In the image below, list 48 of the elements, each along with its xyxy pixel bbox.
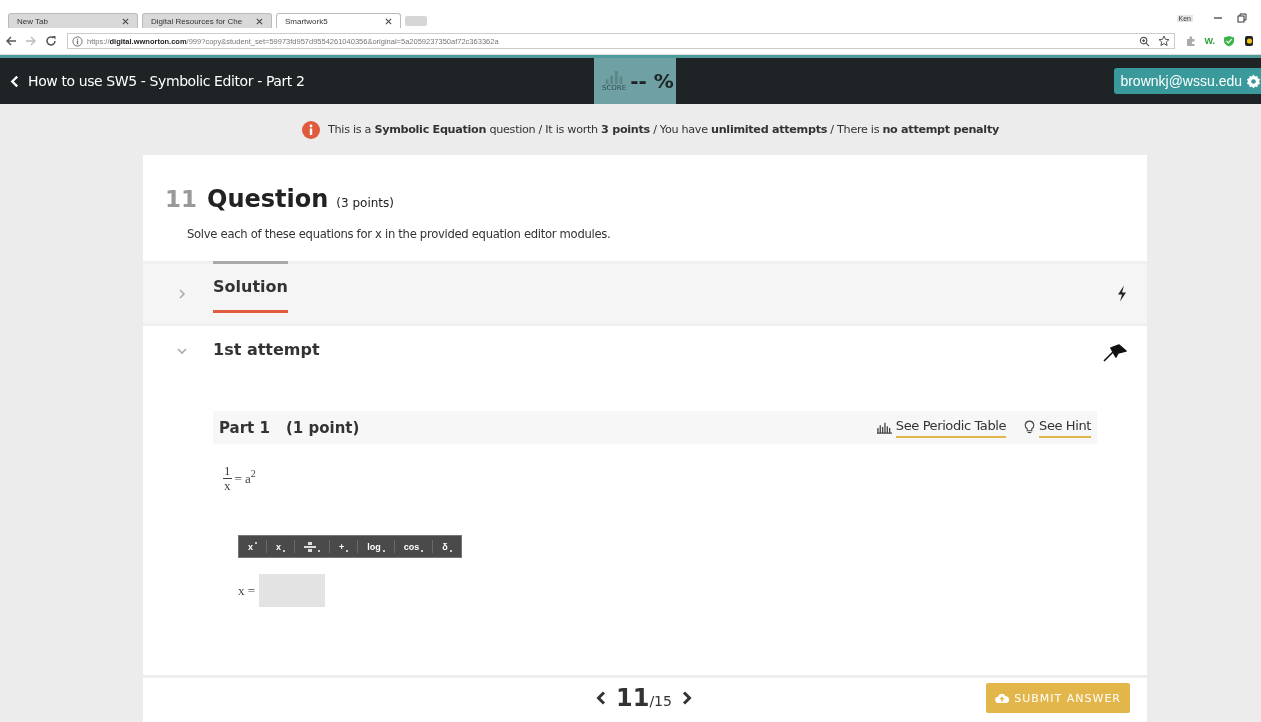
back-icon[interactable] [5,35,17,47]
part-title: Part 1 [219,418,270,437]
part-link[interactable]: See Hint [1039,417,1091,438]
toolbar-button[interactable]: + [330,540,359,553]
question-points: (3 points) [336,196,394,210]
alert-icon [302,120,321,139]
cloud-upload-icon [995,692,1010,704]
page-indicator: 11/15 [616,684,672,712]
browser-tab[interactable]: New Tab [8,13,138,28]
browser-tab[interactable]: Digital Resources for Che [142,13,272,28]
browser-tab[interactable]: Smartwork5 [276,13,401,28]
bar-chart-icon [604,70,625,84]
close-icon[interactable] [385,17,392,25]
question-number: 11 [165,186,197,212]
zoom-icon[interactable] [1138,35,1150,47]
assignment-title[interactable]: How to use SW5 - Symbolic Editor - Part 2 [28,73,305,89]
toolbar-button[interactable]: δ [433,540,461,553]
question-instruction: Solve each of these equations for x in the provided equation editor modules. [186,226,612,243]
close-icon[interactable] [256,17,263,25]
next-icon[interactable] [681,691,692,705]
answer-label: x = [238,582,256,599]
settings-icon[interactable] [1246,73,1261,89]
section-header[interactable]: Solution [143,261,1147,323]
toolbar-button[interactable]: cos [394,540,434,553]
toolbar-button[interactable]: x [239,540,267,553]
info-icon [72,35,83,47]
bar-chart-icon[interactable] [876,421,892,434]
previous-icon[interactable] [596,691,606,705]
extension-button[interactable]: W. [1204,36,1215,46]
question-info-text: This is a Symbolic Equation question / It is worth 3 points / You have unlimited attempts / There is no attempt penalty [328,123,999,136]
answer-field[interactable] [259,574,326,607]
part-points: (1 point) [285,418,360,437]
toolbar-button[interactable]: log [358,540,395,553]
part-link[interactable]: See Periodic Table [895,417,1007,438]
reload-icon[interactable] [45,35,57,47]
section-title: 1st attempt [213,340,320,361]
toolbar-button[interactable]: x [267,540,296,553]
restore-icon[interactable] [1237,13,1247,23]
lightbulb-icon[interactable] [1024,420,1036,435]
star-icon[interactable] [1157,35,1170,47]
back-chevron-icon[interactable] [10,74,19,88]
flag-icon[interactable] [1103,344,1127,362]
shield-icon[interactable] [1223,35,1235,47]
question-title: Question [207,185,329,213]
close-icon[interactable] [122,17,129,25]
section-title: Solution [213,275,288,313]
lightning-icon[interactable] [1117,285,1127,302]
score-value: -- % [630,69,674,93]
